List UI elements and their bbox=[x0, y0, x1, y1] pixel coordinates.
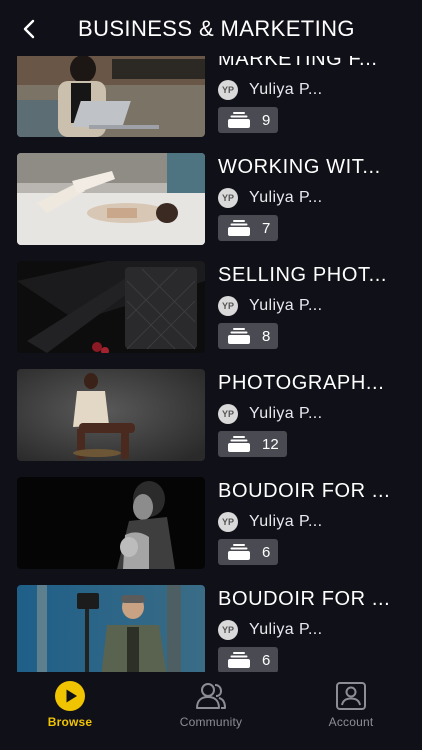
course-card[interactable]: MARKETING F... YP Yuliya P... 9 bbox=[17, 45, 412, 137]
stack-icon bbox=[227, 543, 251, 561]
tab-label: Account bbox=[328, 715, 374, 729]
lesson-count-badge: 6 bbox=[218, 647, 279, 672]
avatar: YP bbox=[218, 296, 238, 316]
course-card[interactable]: BOUDOIR FOR ... YP Yuliya P... 6 bbox=[17, 477, 412, 569]
author-name: Yuliya P... bbox=[249, 297, 323, 314]
course-card[interactable]: PHOTOGRAPH... YP Yuliya P... 12 bbox=[17, 369, 412, 461]
tab-label: Community bbox=[179, 715, 243, 729]
lesson-count: 9 bbox=[262, 111, 271, 129]
author-name: Yuliya P... bbox=[249, 621, 323, 638]
author-row: YP Yuliya P... bbox=[218, 188, 323, 208]
tab-browse[interactable]: Browse bbox=[15, 681, 125, 729]
course-title: BOUDOIR FOR ... bbox=[218, 480, 391, 502]
chevron-left-icon bbox=[23, 19, 35, 39]
tab-account[interactable]: Account bbox=[296, 681, 406, 729]
course-card[interactable]: SELLING PHOT... YP Yuliya P... 8 bbox=[17, 261, 412, 353]
course-card[interactable]: BOUDOIR FOR ... YP Yuliya P... 6 bbox=[17, 585, 412, 672]
lesson-count: 8 bbox=[262, 327, 271, 345]
stack-icon bbox=[227, 219, 251, 237]
top-bar: BUSINESS & MARKETING bbox=[0, 0, 422, 56]
stack-icon bbox=[227, 435, 251, 453]
course-thumbnail bbox=[17, 477, 205, 569]
avatar: YP bbox=[218, 620, 238, 640]
tab-community[interactable]: Community bbox=[156, 681, 266, 729]
lesson-count-badge: 8 bbox=[218, 323, 279, 349]
author-name: Yuliya P... bbox=[249, 81, 323, 98]
avatar: YP bbox=[218, 80, 238, 100]
author-row: YP Yuliya P... bbox=[218, 296, 323, 316]
lesson-count: 12 bbox=[262, 435, 279, 453]
author-row: YP Yuliya P... bbox=[218, 620, 323, 640]
author-name: Yuliya P... bbox=[249, 513, 323, 530]
tab-bar: Browse Community Account bbox=[0, 672, 422, 750]
play-circle-icon bbox=[53, 681, 87, 711]
course-list[interactable]: MARKETING F... YP Yuliya P... 9 WORKING … bbox=[0, 0, 422, 672]
author-name: Yuliya P... bbox=[249, 405, 323, 422]
course-title: WORKING WIT... bbox=[218, 156, 381, 178]
avatar: YP bbox=[218, 512, 238, 532]
course-thumbnail bbox=[17, 369, 205, 461]
back-button[interactable] bbox=[14, 14, 44, 44]
lesson-count-badge: 12 bbox=[218, 431, 287, 457]
course-card[interactable]: WORKING WIT... YP Yuliya P... 7 bbox=[17, 153, 412, 245]
lesson-count-badge: 6 bbox=[218, 539, 279, 565]
lesson-count: 7 bbox=[262, 219, 271, 237]
lesson-count-badge: 9 bbox=[218, 107, 279, 133]
avatar: YP bbox=[218, 188, 238, 208]
account-card-icon bbox=[334, 681, 368, 711]
course-thumbnail bbox=[17, 585, 205, 672]
lesson-count: 6 bbox=[262, 543, 271, 561]
author-row: YP Yuliya P... bbox=[218, 80, 323, 100]
stack-icon bbox=[227, 327, 251, 345]
lesson-count-badge: 7 bbox=[218, 215, 279, 241]
author-name: Yuliya P... bbox=[249, 189, 323, 206]
course-title: BOUDOIR FOR ... bbox=[218, 588, 391, 610]
course-thumbnail bbox=[17, 261, 205, 353]
tab-label: Browse bbox=[47, 715, 93, 729]
page-title: BUSINESS & MARKETING bbox=[78, 16, 355, 41]
people-icon bbox=[194, 681, 228, 711]
author-row: YP Yuliya P... bbox=[218, 404, 323, 424]
course-thumbnail bbox=[17, 153, 205, 245]
course-thumbnail bbox=[17, 45, 205, 137]
stack-icon bbox=[227, 111, 251, 129]
author-row: YP Yuliya P... bbox=[218, 512, 323, 532]
course-title: PHOTOGRAPH... bbox=[218, 372, 385, 394]
lesson-count: 6 bbox=[262, 651, 271, 669]
course-title: SELLING PHOT... bbox=[218, 264, 388, 286]
avatar: YP bbox=[218, 404, 238, 424]
stack-icon bbox=[227, 651, 251, 669]
